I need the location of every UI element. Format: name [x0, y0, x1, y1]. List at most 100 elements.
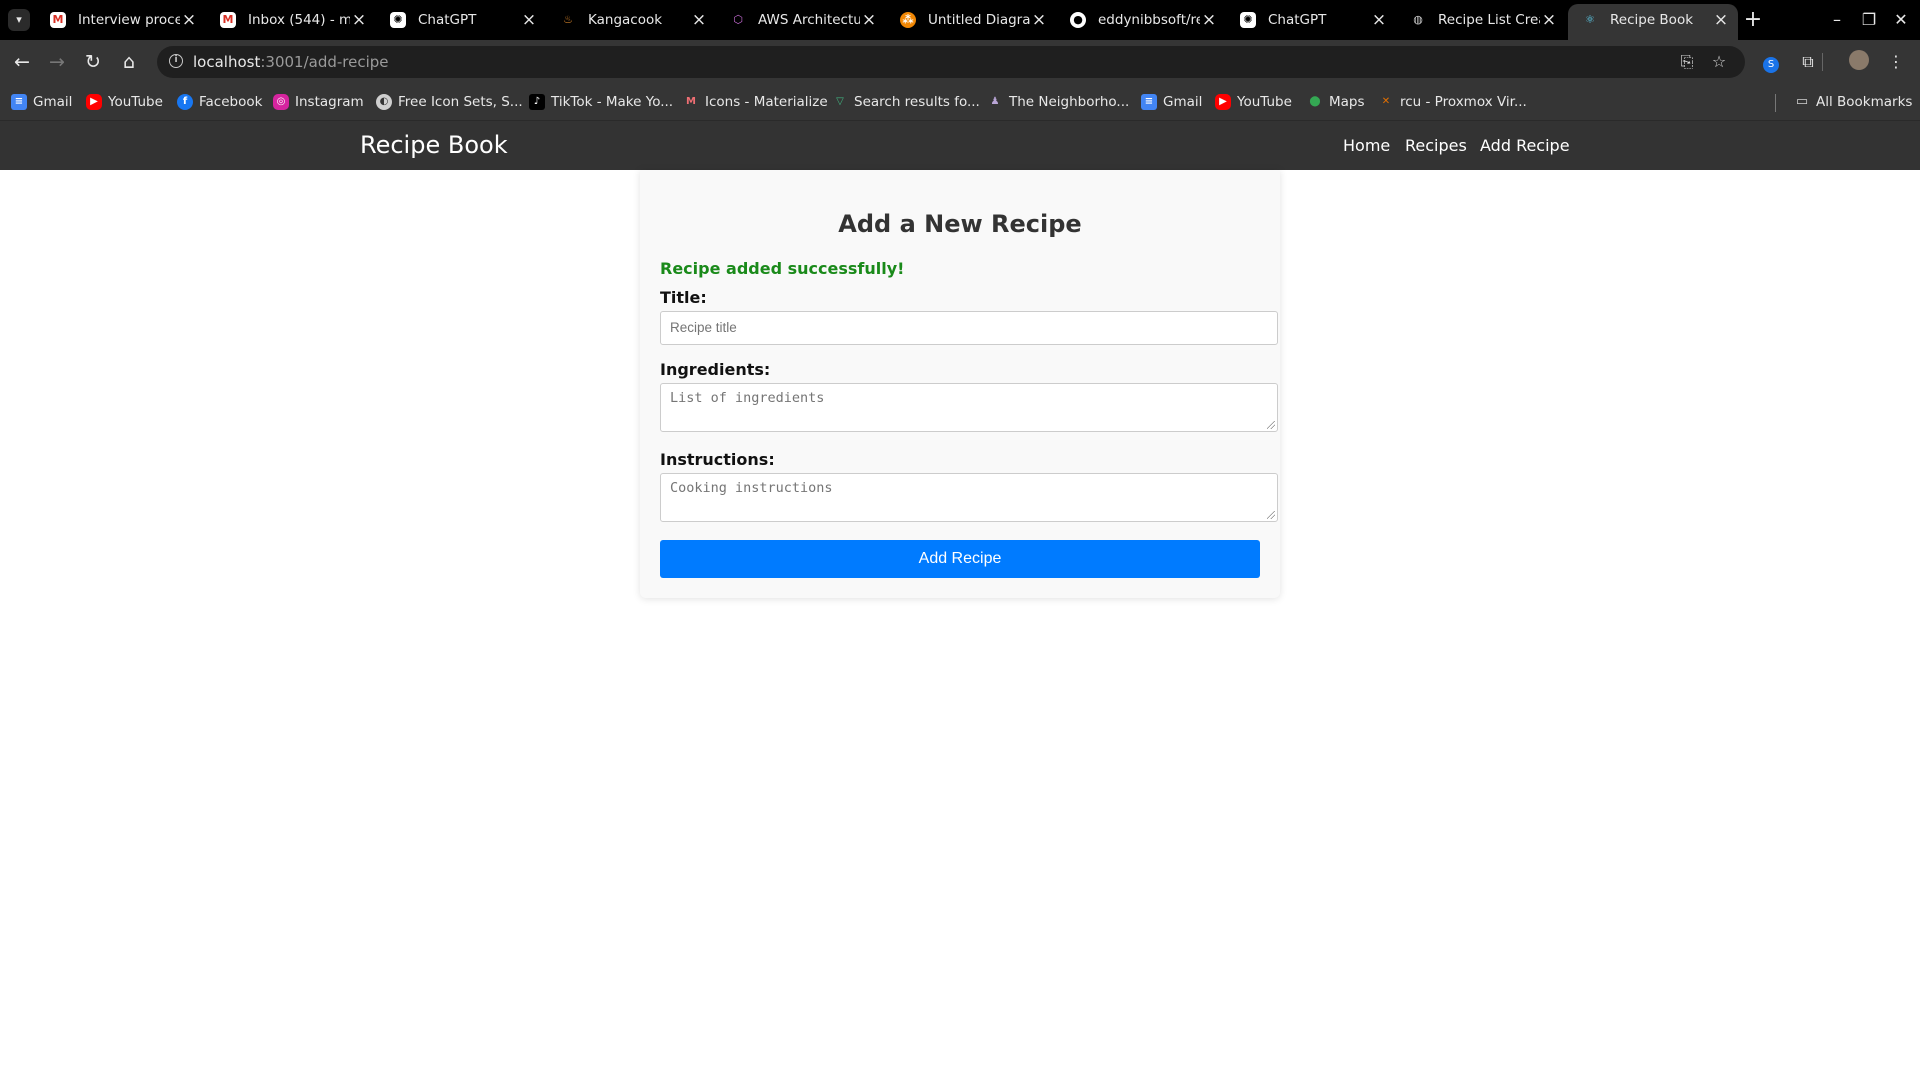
title-input[interactable]: Recipe title	[660, 311, 1278, 345]
bookmark-search-results[interactable]: ▽ Search results fo...	[832, 92, 980, 112]
bookmark-label: Free Icon Sets, S...	[398, 94, 523, 110]
materialize-icon: M	[686, 96, 696, 107]
new-tab-plus-icon[interactable]: +	[1740, 7, 1766, 33]
kebab-menu-icon[interactable]: ⋮	[1884, 50, 1908, 74]
tab-kangacook[interactable]: ♨ Kangacook ×	[546, 4, 716, 36]
bookmark-label: TikTok - Make Yo...	[551, 94, 674, 110]
tab-title: Interview proce	[78, 12, 180, 28]
tab-aws[interactable]: ⬡ AWS Architectur ×	[716, 4, 886, 36]
tab-chatgpt[interactable]: ✺ ChatGPT ×	[376, 4, 546, 36]
bookmark-label: Maps	[1329, 94, 1365, 110]
bookmark-materialize[interactable]: M Icons - Materialize	[683, 92, 828, 112]
facebook-icon: f	[177, 94, 193, 110]
bookmark-proxmox[interactable]: ✕ rcu - Proxmox Vir...	[1378, 92, 1527, 112]
tab-diagram[interactable]: ⁂ Untitled Diagran ×	[886, 4, 1056, 36]
url-text[interactable]: localhost:3001/add-recipe	[193, 46, 389, 78]
extension-shazam-icon[interactable]: S	[1759, 50, 1783, 74]
bookmark-tiktok[interactable]: ♪ TikTok - Make Yo...	[529, 92, 673, 112]
home-icon[interactable]: ⌂	[117, 50, 141, 74]
bookmark-label: rcu - Proxmox Vir...	[1400, 94, 1527, 110]
google-docs-icon: ≡	[11, 94, 27, 110]
extensions-puzzle-icon[interactable]: ⧉	[1796, 50, 1820, 74]
bookmark-label: YouTube	[108, 94, 163, 110]
tab-strip: ▾ M Interview proce × M Inbox (544) - m …	[0, 0, 1920, 40]
all-bookmarks-button[interactable]: ▭ All Bookmarks	[1794, 92, 1913, 112]
neighborhood-icon: ♟	[990, 96, 1000, 107]
close-icon[interactable]: ×	[1201, 4, 1217, 36]
globe-icon: ◍	[1413, 13, 1423, 26]
add-recipe-card: Add a New Recipe Recipe added successful…	[640, 170, 1280, 598]
bookmark-maps[interactable]: ⬤ Maps	[1307, 92, 1365, 112]
vuetify-icon: ▽	[836, 96, 844, 107]
chatgpt-icon: ✺	[1240, 12, 1256, 28]
instructions-placeholder: Cooking instructions	[670, 480, 833, 496]
tab-title: ChatGPT	[418, 12, 477, 28]
bookmark-free-icon-sets[interactable]: ◐ Free Icon Sets, S...	[376, 92, 523, 112]
icon-sets-icon: ◐	[376, 94, 392, 110]
tab-search-chevron-icon[interactable]: ▾	[8, 9, 30, 31]
avatar[interactable]	[1847, 50, 1871, 74]
close-icon[interactable]: ×	[861, 4, 877, 36]
restore-icon[interactable]: ❐	[1856, 7, 1882, 33]
forward-arrow-icon[interactable]: →	[45, 50, 69, 74]
close-icon[interactable]: ×	[1371, 4, 1387, 36]
title-label: Title:	[660, 288, 707, 307]
add-recipe-button[interactable]: Add Recipe	[660, 540, 1260, 578]
tab-interview[interactable]: M Interview proce ×	[36, 4, 206, 36]
tab-inbox[interactable]: M Inbox (544) - m ×	[206, 4, 376, 36]
bookmark-gmail-2[interactable]: ≡ Gmail	[1141, 92, 1202, 112]
browser-toolbar: ← → ↻ ⌂ i localhost:3001/add-recipe ⎘ ☆ …	[0, 40, 1920, 84]
tab-title: ChatGPT	[1268, 12, 1327, 28]
nav-link-add-recipe[interactable]: Add Recipe	[1480, 121, 1570, 170]
bookmark-youtube[interactable]: ▶ YouTube	[86, 92, 163, 112]
react-icon: ⚛	[1585, 13, 1595, 26]
nav-link-home[interactable]: Home	[1343, 121, 1390, 170]
brand-title[interactable]: Recipe Book	[360, 121, 508, 170]
install-app-icon[interactable]: ⎘	[1675, 50, 1699, 74]
window-close-icon[interactable]: ✕	[1888, 7, 1914, 33]
bookmark-label: Icons - Materialize	[705, 94, 828, 110]
folder-icon: ▭	[1795, 94, 1809, 109]
ingredients-placeholder: List of ingredients	[670, 390, 825, 406]
tab-recipe-list[interactable]: ◍ Recipe List Crea ×	[1396, 4, 1566, 36]
gmail-icon: M	[220, 12, 236, 28]
instructions-textarea[interactable]: Cooking instructions	[660, 473, 1278, 522]
bookmark-instagram[interactable]: ◎ Instagram	[273, 92, 364, 112]
instructions-label: Instructions:	[660, 450, 775, 469]
back-arrow-icon[interactable]: ←	[10, 50, 34, 74]
tab-title: Recipe List Crea	[1438, 12, 1540, 28]
close-icon[interactable]: ×	[351, 4, 367, 36]
bookmark-neighborhood[interactable]: ♟ The Neighborho...	[987, 92, 1130, 112]
kangacook-icon: ♨	[563, 13, 573, 26]
success-message: Recipe added successfully!	[660, 259, 905, 278]
tab-recipe-book[interactable]: ⚛ Recipe Book ×	[1568, 4, 1738, 40]
close-icon[interactable]: ×	[1713, 4, 1729, 36]
close-icon[interactable]: ×	[691, 4, 707, 36]
bookmark-youtube-2[interactable]: ▶ YouTube	[1215, 92, 1292, 112]
bookmark-gmail[interactable]: ≡ Gmail	[11, 92, 72, 112]
address-bar[interactable]: i localhost:3001/add-recipe ⎘ ☆	[157, 46, 1745, 78]
bookmark-facebook[interactable]: f Facebook	[177, 92, 262, 112]
reload-icon[interactable]: ↻	[81, 50, 105, 74]
instagram-icon: ◎	[273, 94, 289, 110]
close-icon[interactable]: ×	[1031, 4, 1047, 36]
site-info-icon[interactable]: i	[169, 54, 183, 68]
ingredients-textarea[interactable]: List of ingredients	[660, 383, 1278, 432]
close-icon[interactable]: ×	[181, 4, 197, 36]
tab-chatgpt-2[interactable]: ✺ ChatGPT ×	[1226, 4, 1396, 36]
bookmark-label: Gmail	[33, 94, 73, 110]
bookmark-star-icon[interactable]: ☆	[1707, 50, 1731, 74]
close-icon[interactable]: ×	[521, 4, 537, 36]
url-host: localhost	[193, 53, 261, 71]
tab-title: Recipe Book	[1610, 12, 1694, 28]
resize-grip-icon[interactable]	[1267, 511, 1275, 519]
tab-title: Kangacook	[588, 12, 663, 28]
bookmark-label: YouTube	[1237, 94, 1292, 110]
nav-link-recipes[interactable]: Recipes	[1405, 121, 1467, 170]
minimize-icon[interactable]: –	[1824, 7, 1850, 33]
resize-grip-icon[interactable]	[1267, 421, 1275, 429]
tab-github[interactable]: ● eddynibbsoft/re ×	[1056, 4, 1226, 36]
toolbar-divider	[1822, 53, 1823, 71]
close-icon[interactable]: ×	[1541, 4, 1557, 36]
bookmark-label: Search results fo...	[854, 94, 980, 110]
